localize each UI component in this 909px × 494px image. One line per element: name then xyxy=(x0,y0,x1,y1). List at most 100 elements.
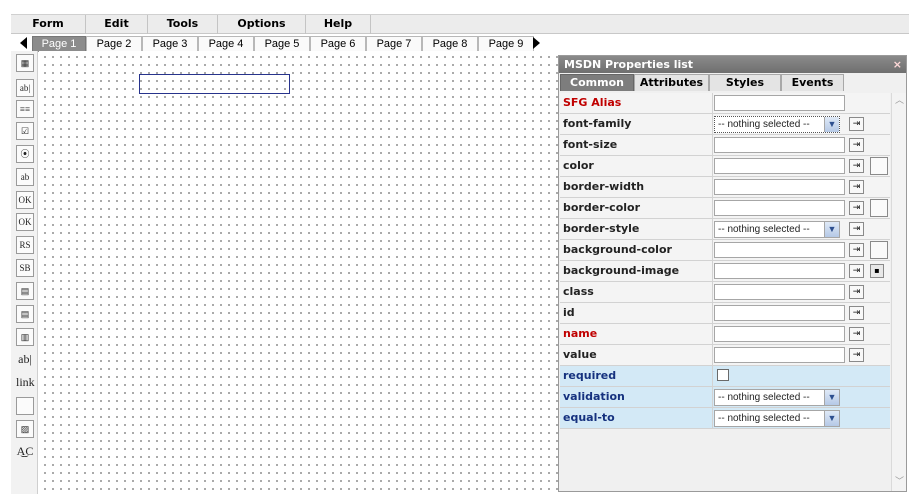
text-field-tool-icon[interactable]: ab| xyxy=(16,79,34,97)
prop-input-border-width[interactable] xyxy=(714,179,845,195)
apply-arrow-icon[interactable]: ⇥ xyxy=(849,348,864,362)
scroll-up-icon[interactable]: ︿ xyxy=(893,95,906,108)
panel-tabs: Common Attributes Styles Events xyxy=(560,74,906,91)
page-prev-arrow-icon[interactable] xyxy=(20,37,27,49)
column-divider xyxy=(712,303,713,323)
chevron-down-icon[interactable]: ▼ xyxy=(824,390,839,405)
prop-label-sfg-alias: SFG Alias xyxy=(563,96,622,109)
tab-common[interactable]: Common xyxy=(560,74,634,91)
tab-page-6[interactable]: Page 6 xyxy=(310,36,366,52)
prop-row-validation: validation -- nothing selected -- ▼ xyxy=(560,387,890,408)
spellcheck-tool-icon[interactable]: A͜C xyxy=(16,443,34,461)
apply-arrow-icon[interactable]: ⇥ xyxy=(849,285,864,299)
apply-arrow-icon[interactable]: ⇥ xyxy=(849,264,864,278)
column-divider xyxy=(712,156,713,176)
page-next-arrow-icon[interactable] xyxy=(533,37,540,49)
reset-button-tool-icon[interactable]: RS xyxy=(16,236,34,254)
prop-input-value[interactable] xyxy=(714,347,845,363)
prop-select-font-family[interactable]: -- nothing selected -- ▼ xyxy=(714,116,840,133)
tab-page-2[interactable]: Page 2 xyxy=(86,36,142,52)
apply-arrow-icon[interactable]: ⇥ xyxy=(849,201,864,215)
tab-page-5[interactable]: Page 5 xyxy=(254,36,310,52)
menu-edit[interactable]: Edit xyxy=(86,15,148,34)
list-tool-icon[interactable]: ▤ xyxy=(16,282,34,300)
tab-page-9[interactable]: Page 9 xyxy=(478,36,534,52)
chevron-down-icon[interactable]: ▼ xyxy=(824,411,839,426)
page-tab-bar: Page 1 Page 2 Page 3 Page 4 Page 5 Page 6 Page… xyxy=(19,35,549,52)
panel-scrollbar[interactable]: ︿ ﹀ xyxy=(891,93,906,491)
radio-tool-icon[interactable]: ⦿ xyxy=(16,145,34,163)
prop-select-validation[interactable]: -- nothing selected -- ▼ xyxy=(714,389,840,406)
link-tool-icon[interactable]: link xyxy=(16,374,35,392)
tab-page-7[interactable]: Page 7 xyxy=(366,36,422,52)
menu-bar: Form Edit Tools Options Help xyxy=(11,14,909,34)
color-swatch[interactable] xyxy=(870,241,888,259)
apply-arrow-icon[interactable]: ⇥ xyxy=(849,138,864,152)
button2-tool-icon[interactable]: OK xyxy=(16,213,34,231)
edit-field-tool-icon[interactable]: ab xyxy=(16,168,34,186)
frame-tool-icon[interactable] xyxy=(16,397,34,415)
chevron-down-icon[interactable]: ▼ xyxy=(824,222,839,237)
apply-arrow-icon[interactable]: ⇥ xyxy=(849,159,864,173)
tab-page-8[interactable]: Page 8 xyxy=(422,36,478,52)
apply-arrow-icon[interactable]: ⇥ xyxy=(849,327,864,341)
prop-input-id[interactable] xyxy=(714,305,845,321)
image-tool-icon[interactable]: ▨ xyxy=(16,420,34,438)
prop-label-class: class xyxy=(563,285,594,298)
close-icon[interactable]: × xyxy=(893,56,902,73)
prop-checkbox-required[interactable] xyxy=(717,369,729,381)
menu-form[interactable]: Form xyxy=(11,15,86,34)
tab-page-4[interactable]: Page 4 xyxy=(198,36,254,52)
placed-text-input[interactable] xyxy=(139,74,290,94)
menu-options[interactable]: Options xyxy=(218,15,306,34)
prop-input-name[interactable] xyxy=(714,326,845,342)
color-swatch[interactable] xyxy=(870,157,888,175)
prop-select-border-style[interactable]: -- nothing selected -- ▼ xyxy=(714,221,840,238)
tab-page-3[interactable]: Page 3 xyxy=(142,36,198,52)
tab-events[interactable]: Events xyxy=(781,74,844,91)
text-area-tool-icon[interactable]: ≡≡ xyxy=(16,100,34,118)
apply-arrow-icon[interactable]: ⇥ xyxy=(849,117,864,131)
color-swatch[interactable] xyxy=(870,199,888,217)
toolbox: ▦ ab| ≡≡ ☑ ⦿ ab OK OK RS SB ▤ ▤ ▥ ab| link ▨ A͜C xyxy=(11,51,38,494)
prop-label-required: required xyxy=(563,369,617,382)
prop-label-value: value xyxy=(563,348,597,361)
submit-button-tool-icon[interactable]: SB xyxy=(16,259,34,277)
prop-select-equal-to[interactable]: -- nothing selected -- ▼ xyxy=(714,410,840,427)
menu-tools[interactable]: Tools xyxy=(148,15,218,34)
multiselect-tool-icon[interactable]: ▥ xyxy=(16,328,34,346)
prop-input-background-color[interactable] xyxy=(714,242,845,258)
column-divider xyxy=(712,219,713,239)
select-tool-icon[interactable]: ▤ xyxy=(16,305,34,323)
chart-tool-icon[interactable]: ▦ xyxy=(16,54,34,72)
apply-arrow-icon[interactable]: ⇥ xyxy=(849,222,864,236)
button1-tool-icon[interactable]: OK xyxy=(16,191,34,209)
apply-arrow-icon[interactable]: ⇥ xyxy=(849,243,864,257)
prop-input-font-size[interactable] xyxy=(714,137,845,153)
prop-input-background-image[interactable] xyxy=(714,263,845,279)
panel-title: MSDN Properties list xyxy=(564,58,694,71)
prop-label-background-image: background-image xyxy=(563,264,680,277)
column-divider xyxy=(712,324,713,344)
prop-row-border-color: border-color ⇥ xyxy=(560,198,890,219)
tab-attributes[interactable]: Attributes xyxy=(634,74,709,91)
tab-styles[interactable]: Styles xyxy=(709,74,781,91)
prop-label-name: name xyxy=(563,327,598,340)
prop-input-color[interactable] xyxy=(714,158,845,174)
label-tool-icon[interactable]: ab| xyxy=(16,351,34,369)
chevron-down-icon[interactable]: ▼ xyxy=(824,117,839,132)
tab-page-1[interactable]: Page 1 xyxy=(32,36,86,52)
menu-help[interactable]: Help xyxy=(306,15,371,34)
scroll-down-icon[interactable]: ﹀ xyxy=(893,476,906,489)
prop-input-border-color[interactable] xyxy=(714,200,845,216)
apply-arrow-icon[interactable]: ⇥ xyxy=(849,180,864,194)
design-canvas[interactable] xyxy=(39,51,559,494)
panel-title-bar[interactable]: MSDN Properties list × xyxy=(559,56,906,73)
prop-input-class[interactable] xyxy=(714,284,845,300)
image-picker-icon[interactable]: ▪ xyxy=(870,264,884,278)
prop-label-border-style: border-style xyxy=(563,222,640,235)
apply-arrow-icon[interactable]: ⇥ xyxy=(849,306,864,320)
prop-row-equal-to: equal-to -- nothing selected -- ▼ xyxy=(560,408,890,429)
checkbox-tool-icon[interactable]: ☑ xyxy=(16,122,34,140)
prop-input-sfg-alias[interactable] xyxy=(714,95,845,111)
